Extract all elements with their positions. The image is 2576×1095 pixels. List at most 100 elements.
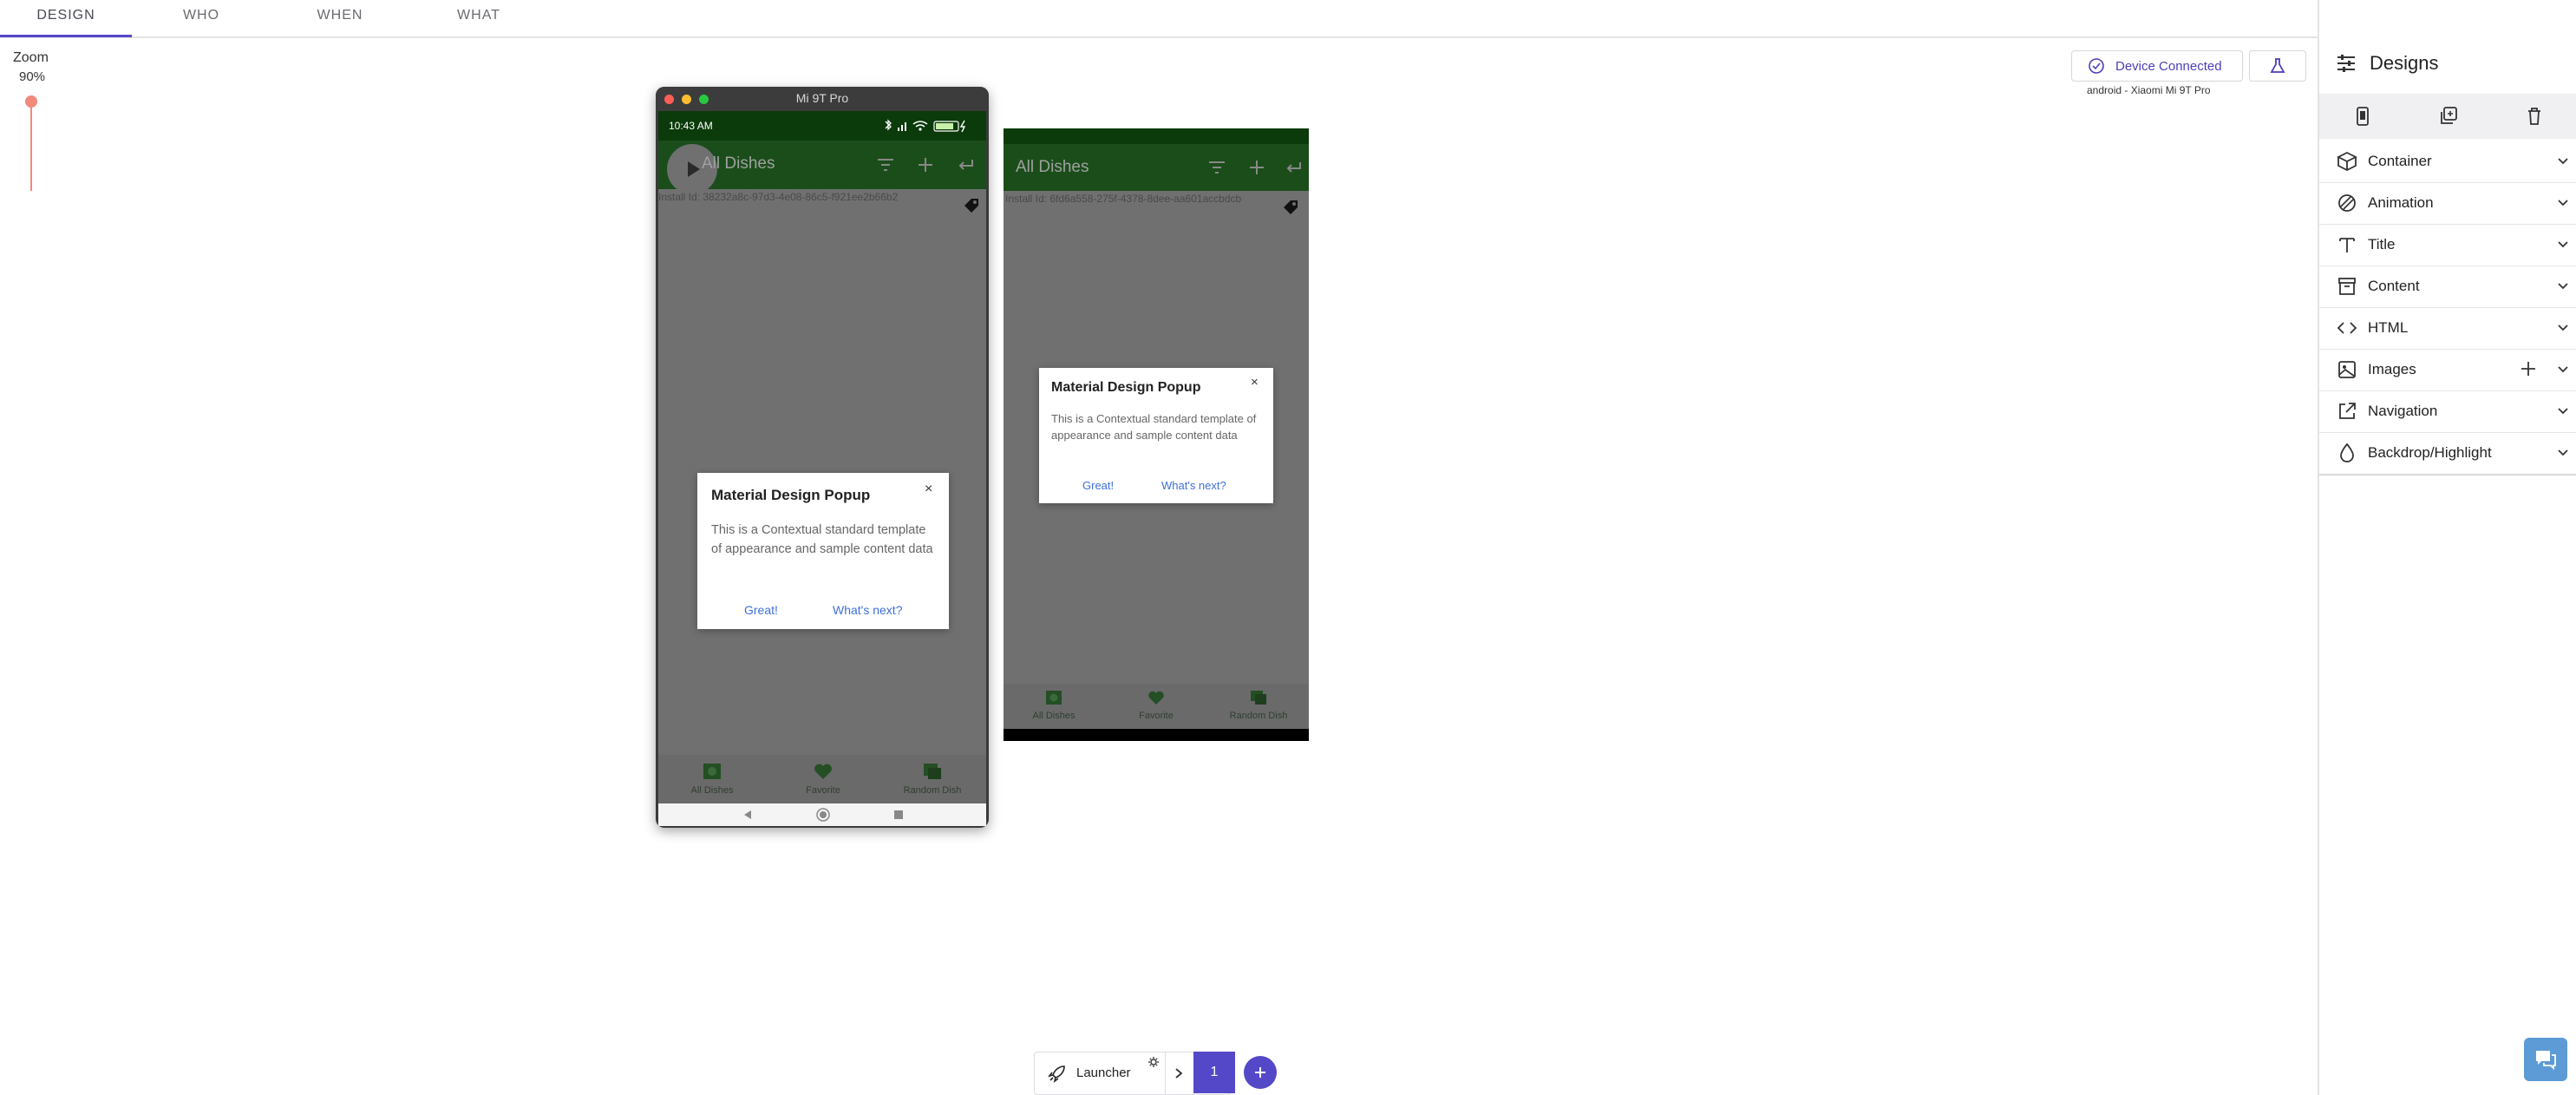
test-button[interactable]	[2249, 50, 2306, 82]
device-screen[interactable]: 10:43 AM All Dishes Install Id: 38232a8c…	[658, 111, 986, 826]
popup-great-button[interactable]: Great!	[1082, 479, 1114, 492]
add-icon[interactable]	[1246, 157, 1267, 178]
launcher-divider	[1165, 1052, 1166, 1094]
popup-whats-next-button[interactable]: What's next?	[1161, 479, 1226, 492]
chevron-down-icon	[2558, 241, 2568, 248]
section-html[interactable]: HTML	[2319, 307, 2576, 350]
zoom-slider-track[interactable]	[30, 101, 32, 191]
nav-favorite[interactable]: Favorite	[1115, 689, 1198, 721]
nav-label: Random Dish	[903, 785, 962, 796]
add-icon[interactable]	[915, 154, 936, 175]
device-connected-label: Device Connected	[2115, 59, 2222, 74]
nav-label: Random Dish	[1229, 711, 1288, 721]
archive-icon	[2338, 278, 2356, 295]
settings-gear-icon[interactable]	[1147, 1056, 1160, 1068]
favorite-icon	[814, 764, 832, 779]
zoom-label: Zoom	[13, 50, 49, 65]
preview-screen[interactable]: All Dishes Install Id: 6fd6a558-275f-437…	[1004, 128, 1309, 741]
system-home-icon[interactable]	[816, 808, 830, 822]
preview-app-title: All Dishes	[1016, 158, 1089, 176]
sliders-icon	[2337, 55, 2355, 72]
container-icon	[2337, 151, 2357, 172]
animation-icon	[2338, 194, 2356, 212]
code-icon	[2337, 322, 2357, 334]
dishes-icon	[1046, 691, 1062, 705]
device-window: Mi 9T Pro 10:43 AM All Dishes Install Id…	[656, 87, 989, 828]
preview-popup-dialog: Material Design Popup × This is a Contex…	[1039, 368, 1273, 503]
section-container[interactable]: Container	[2319, 141, 2576, 183]
external-link-icon	[2339, 403, 2356, 419]
chevron-down-icon	[2558, 283, 2568, 290]
step-number[interactable]: 1	[1193, 1052, 1235, 1093]
nav-random-dish[interactable]: Random Dish	[1217, 689, 1300, 721]
launcher-label: Launcher	[1076, 1065, 1131, 1080]
nav-all-dishes[interactable]: All Dishes	[1012, 689, 1095, 721]
check-circle-icon	[2089, 58, 2104, 74]
popup-close-icon[interactable]: ×	[1251, 375, 1259, 390]
filter-icon[interactable]	[875, 154, 896, 175]
nav-random-dish[interactable]: Random Dish	[891, 762, 974, 796]
section-images[interactable]: Images	[2319, 349, 2576, 391]
designs-panel: Designs Container Animation Title Conten…	[2318, 0, 2576, 1095]
back-arrow-icon[interactable]	[1283, 157, 1304, 178]
tab-design[interactable]: DESIGN	[0, 0, 132, 37]
popup-title: Material Design Popup	[1051, 380, 1201, 395]
tag-icon[interactable]	[1281, 198, 1300, 217]
section-label: Content	[2368, 278, 2420, 294]
panel-toolbar	[2319, 94, 2576, 139]
dishes-icon	[703, 764, 721, 779]
system-recents-icon[interactable]	[892, 809, 905, 821]
nav-label: All Dishes	[1032, 711, 1076, 721]
popup-great-button[interactable]: Great!	[744, 603, 778, 617]
window-titlebar: Mi 9T Pro	[656, 87, 989, 111]
system-back-icon[interactable]	[742, 809, 754, 821]
section-backdrop-highlight[interactable]: Backdrop/Highlight	[2319, 432, 2576, 475]
section-label: Backdrop/Highlight	[2368, 444, 2492, 461]
section-content[interactable]: Content	[2319, 266, 2576, 308]
chat-support-button[interactable]	[2524, 1038, 2567, 1081]
filter-icon[interactable]	[1206, 157, 1227, 178]
nav-favorite[interactable]: Favorite	[781, 762, 865, 796]
duplicate-icon[interactable]	[2437, 106, 2458, 127]
rocket-icon	[1048, 1065, 1065, 1083]
preview-bottom-nav: All Dishes Favorite Random Dish	[1004, 684, 1309, 729]
tag-icon[interactable]	[962, 196, 981, 215]
preview-install-id: Install Id: 6fd6a558-275f-4378-8dee-aa60…	[1005, 193, 1242, 205]
panel-title: Designs	[2370, 52, 2439, 74]
preview-status-bar	[1004, 128, 1309, 144]
nav-all-dishes[interactable]: All Dishes	[670, 762, 754, 796]
device-connected-button[interactable]: Device Connected	[2071, 50, 2243, 82]
plus-icon	[1255, 1067, 1265, 1078]
zoom-value: 90%	[19, 69, 46, 84]
preview-system-bar	[1004, 729, 1309, 741]
popup-body: This is a Contextual standard template o…	[711, 523, 933, 556]
mobile-preview-icon[interactable]	[2352, 106, 2373, 127]
tab-what[interactable]: WHAT	[430, 0, 527, 35]
install-id: Install Id: 38232a8c-97d3-4e08-86c5-f921…	[658, 191, 899, 203]
section-navigation[interactable]: Navigation	[2319, 390, 2576, 433]
popup-body: This is a Contextual standard template o…	[1051, 412, 1257, 442]
zoom-slider-thumb[interactable]	[25, 95, 37, 108]
app-bar: All Dishes	[658, 141, 986, 194]
chevron-down-icon	[2558, 408, 2568, 415]
preview-app-bar: All Dishes	[1004, 144, 1309, 191]
status-icons	[885, 119, 966, 133]
delete-icon[interactable]	[2524, 106, 2545, 127]
bottom-nav: All Dishes Favorite Random Dish	[658, 755, 986, 803]
chat-icon	[2536, 1051, 2556, 1071]
back-arrow-icon[interactable]	[955, 154, 976, 175]
tab-when[interactable]: WHEN	[291, 0, 389, 35]
section-label: HTML	[2368, 319, 2409, 336]
section-animation[interactable]: Animation	[2319, 182, 2576, 225]
tab-who[interactable]: WHO	[153, 0, 250, 35]
popup-close-icon[interactable]: ×	[925, 482, 932, 497]
status-time: 10:43 AM	[669, 120, 713, 132]
system-nav-bar	[658, 803, 986, 826]
popup-whats-next-button[interactable]: What's next?	[833, 603, 903, 617]
section-title[interactable]: Title	[2319, 224, 2576, 266]
random-dish-icon	[1251, 691, 1266, 705]
favorite-icon	[1148, 691, 1164, 705]
add-image-icon[interactable]	[2519, 359, 2538, 378]
add-step-button[interactable]	[1244, 1056, 1277, 1089]
chevron-right-icon[interactable]	[1172, 1066, 1186, 1080]
